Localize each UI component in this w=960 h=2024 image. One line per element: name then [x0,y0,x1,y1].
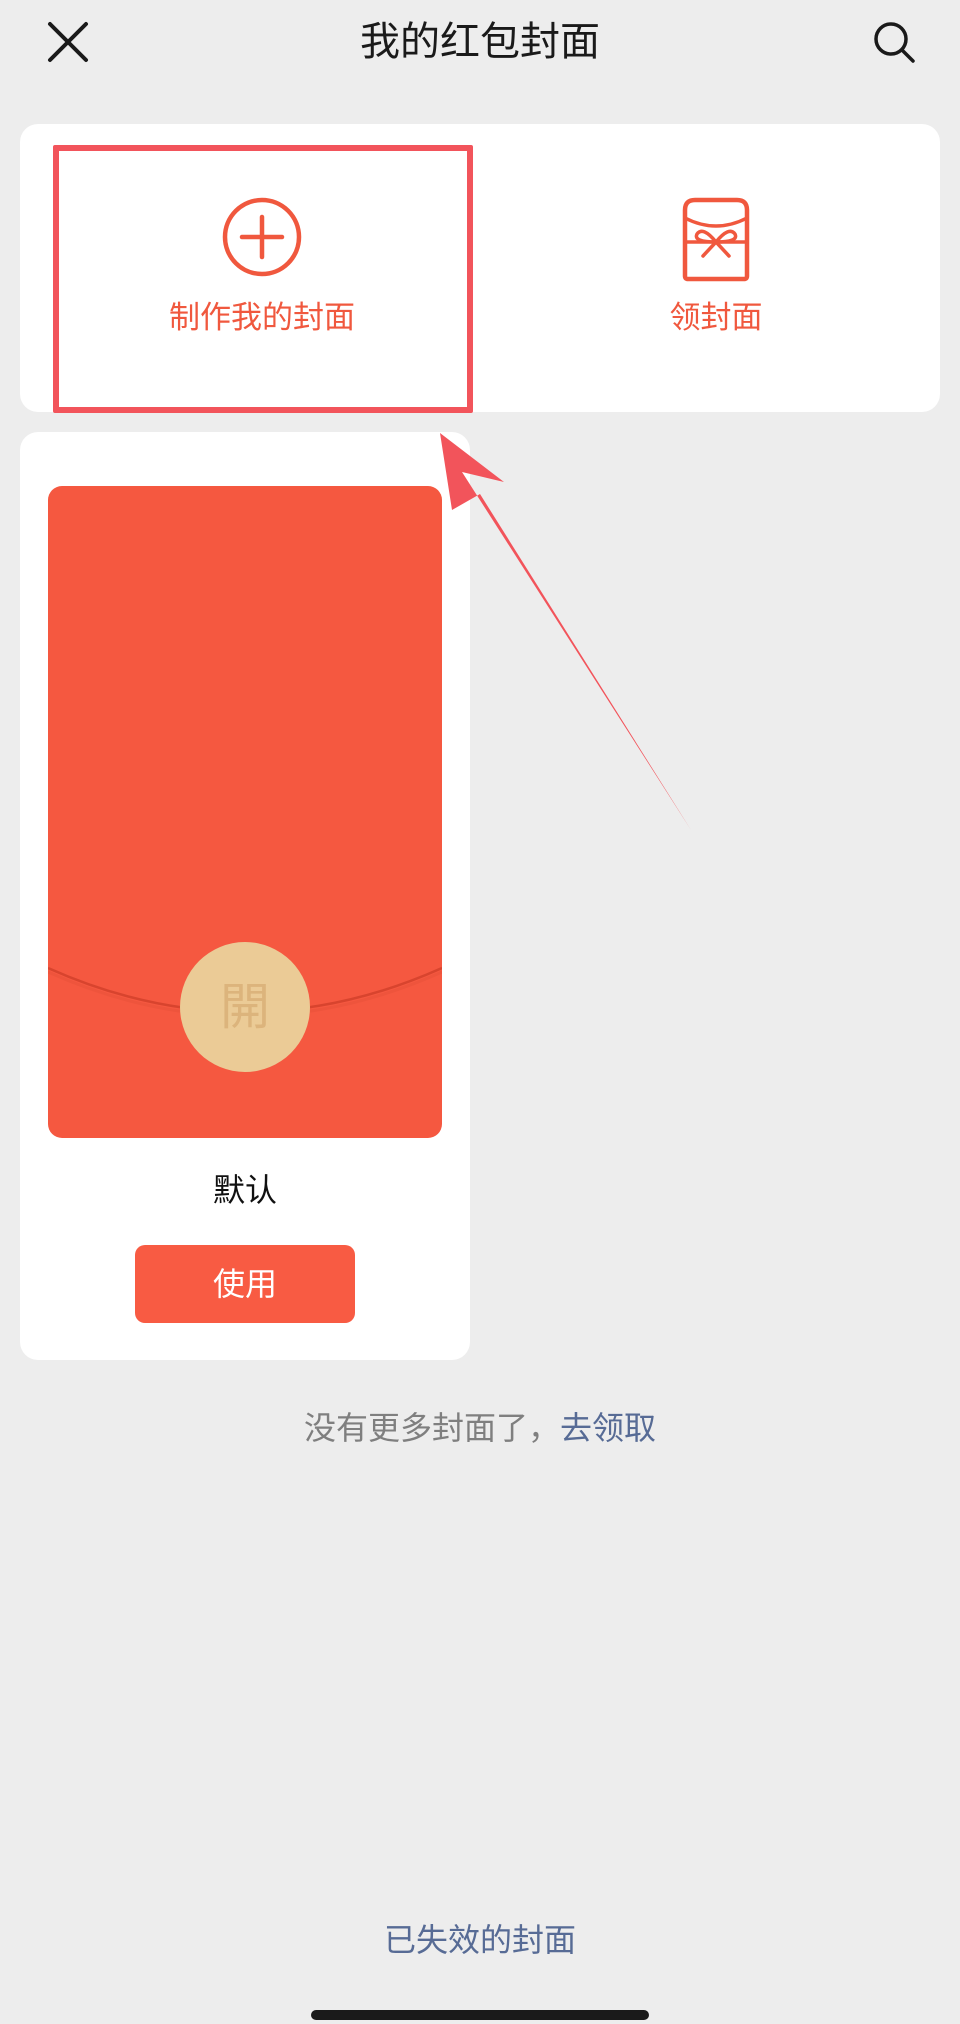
no-more-covers-note: 没有更多封面了，去领取 [0,1406,960,1450]
use-cover-button[interactable]: 使用 [135,1245,355,1323]
make-my-cover-label: 制作我的封面 [169,300,355,336]
go-get-covers-link[interactable]: 去领取 [560,1409,656,1447]
red-envelope-preview[interactable]: 開 [48,486,442,1138]
make-my-cover-button[interactable]: 制作我的封面 [56,124,468,412]
gift-envelope-icon [681,196,751,286]
cover-actions-card: 制作我的封面 领封面 [20,124,940,412]
cover-card[interactable]: 開 默认 使用 [20,432,470,1360]
get-cover-button[interactable]: 领封面 [510,124,922,412]
expired-covers-row: 已失效的封面 [0,1918,960,1962]
no-more-covers-text: 没有更多封面了， [303,1409,560,1447]
search-icon[interactable] [870,18,918,66]
envelope-open-seal: 開 [180,942,310,1072]
page-title: 我的红包封面 [360,19,600,65]
home-indicator [311,2010,649,2020]
navigation-bar: 我的红包封面 [0,0,960,90]
cover-name: 默认 [212,1171,277,1209]
expired-covers-link[interactable]: 已失效的封面 [384,1921,576,1959]
plus-circle-icon [221,196,303,282]
get-cover-label: 领封面 [669,300,763,336]
